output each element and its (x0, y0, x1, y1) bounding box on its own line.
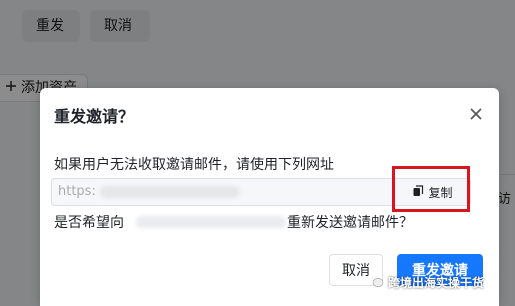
resend-question: 是否希望向 重新发送邀请邮件？ (54, 212, 494, 232)
redacted-email (136, 216, 286, 228)
wechat-icon (366, 274, 384, 291)
question-prefix: 是否希望向 (54, 215, 124, 231)
watermark-text: 跨境出海实操干货 (388, 275, 485, 290)
watermark: 跨境出海实操干货 (366, 272, 512, 292)
invite-url-field[interactable]: https: (51, 178, 394, 206)
app-page: 重发 取消 添加资产 访 重发邀请？ 如果用户无法收取邀请邮件，请使用下列网址 … (0, 0, 515, 306)
dialog-title: 重发邀请？ (54, 107, 135, 126)
question-suffix: 重新发送邀请邮件？ (287, 215, 413, 231)
close-icon[interactable] (468, 106, 484, 122)
url-redacted (99, 186, 240, 198)
copy-highlight-box (392, 166, 470, 212)
url-prefix: https: (58, 184, 96, 199)
dialog-instruction: 如果用户无法收取邀请邮件，请使用下列网址 (54, 157, 334, 173)
